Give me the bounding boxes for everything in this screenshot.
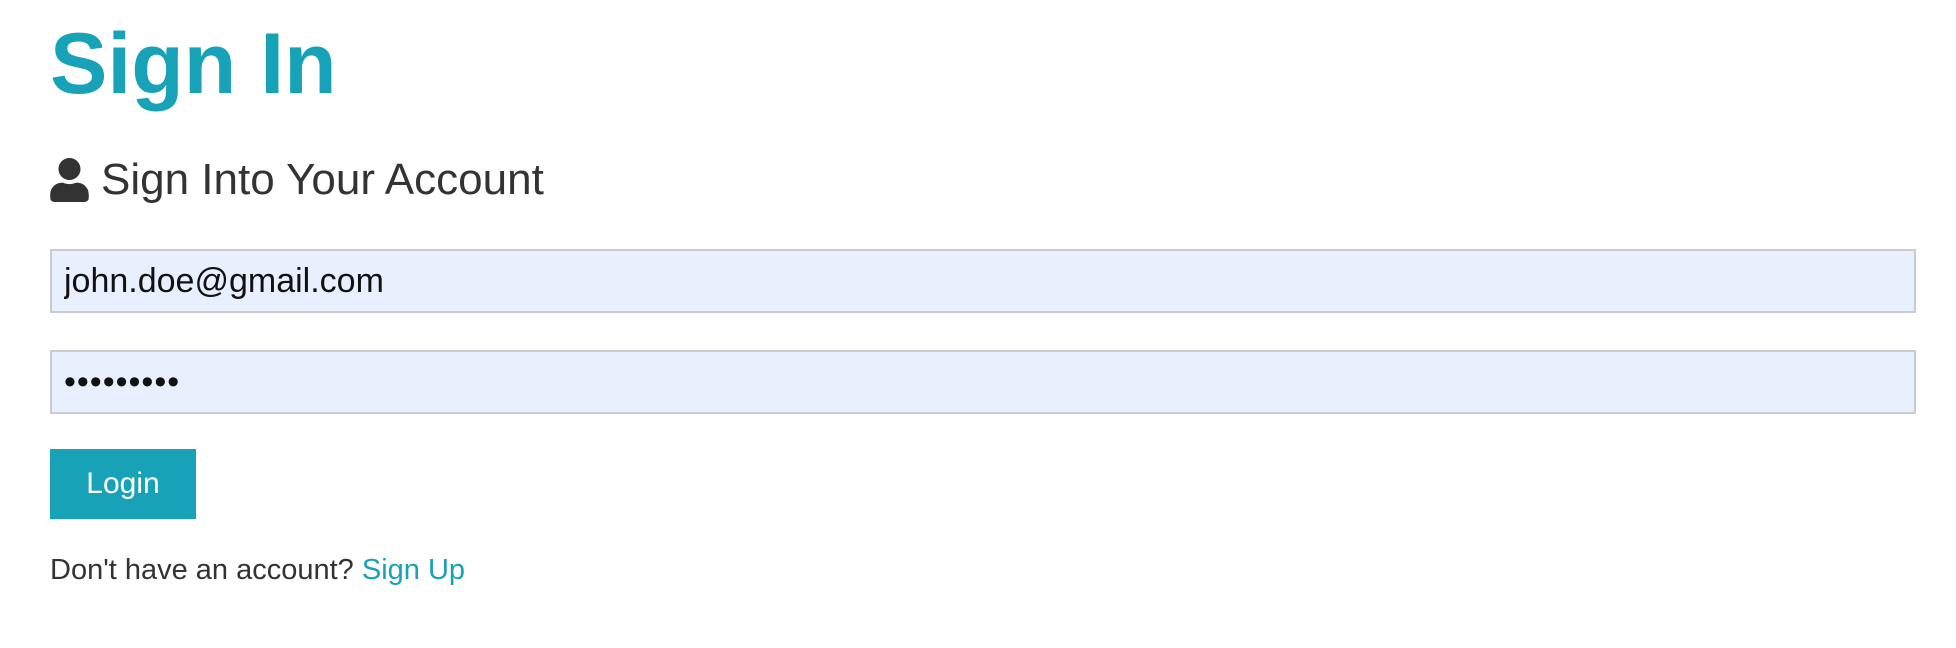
sign-up-link[interactable]: Sign Up bbox=[362, 554, 465, 586]
page-title: Sign In bbox=[50, 16, 337, 112]
user-icon bbox=[50, 158, 89, 202]
signup-prompt-text: Don't have an account? bbox=[50, 554, 354, 586]
password-field[interactable]: ••••••••• bbox=[50, 350, 1916, 414]
signup-prompt: Don't have an account? Sign Up bbox=[50, 552, 465, 588]
login-button[interactable]: Login bbox=[50, 449, 196, 519]
email-field[interactable] bbox=[50, 249, 1916, 313]
sign-in-subtitle: Sign Into Your Account bbox=[50, 150, 544, 210]
sign-in-page: Sign In Sign Into Your Account •••••••••… bbox=[0, 0, 1956, 648]
password-masked-value: ••••••••• bbox=[64, 362, 181, 401]
subtitle-text: Sign Into Your Account bbox=[101, 155, 544, 204]
